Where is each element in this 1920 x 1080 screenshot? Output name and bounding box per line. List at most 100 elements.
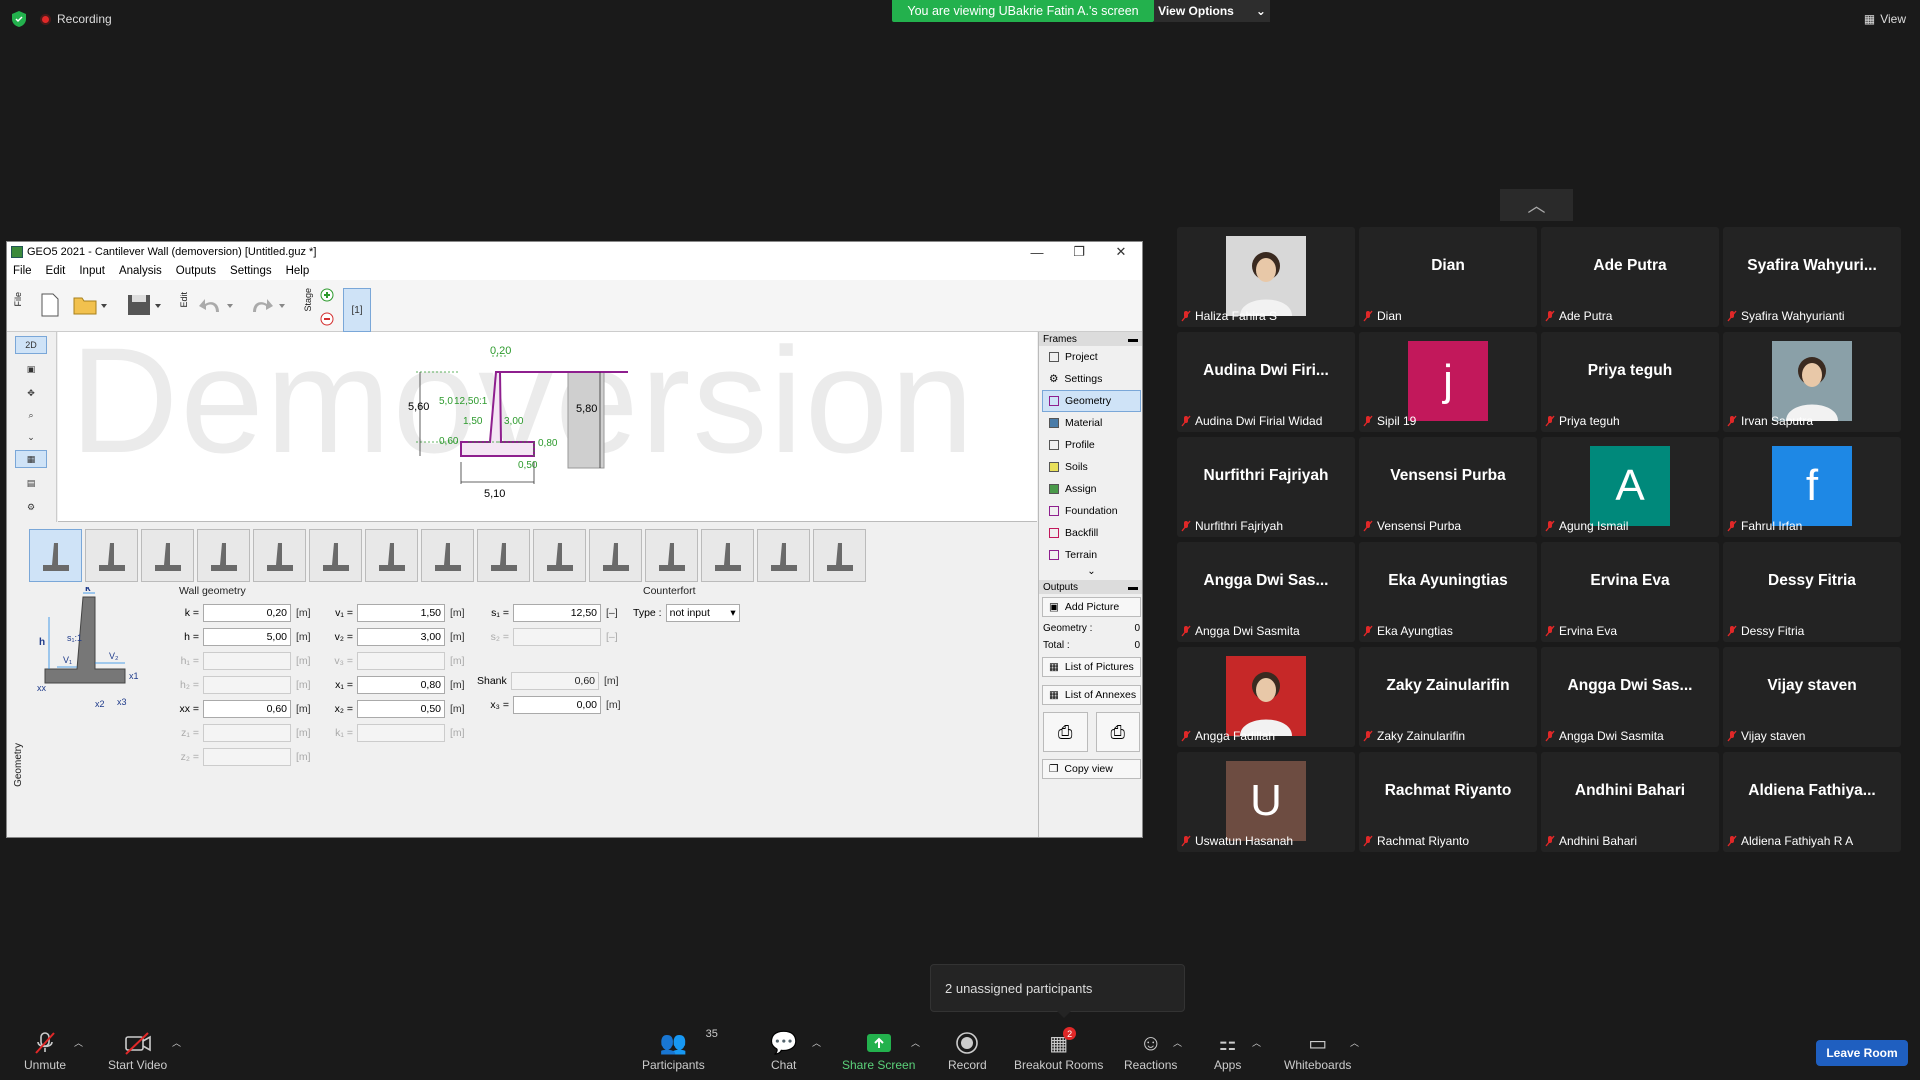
- open-folder-icon[interactable]: [71, 290, 111, 320]
- frame-terrain[interactable]: Terrain: [1039, 544, 1142, 566]
- share-caret-icon[interactable]: ︿: [911, 1036, 920, 1049]
- view-3d-icon[interactable]: ▣: [15, 360, 47, 378]
- participant-tile[interactable]: j Sipil 19: [1359, 332, 1537, 432]
- participant-tile[interactable]: Rachmat Riyanto Rachmat Riyanto: [1359, 752, 1537, 852]
- chat-button[interactable]: 💬 Chat: [770, 1030, 797, 1072]
- field-input[interactable]: 1,50: [357, 604, 445, 622]
- participant-tile[interactable]: Dessy Fitria Dessy Fitria: [1723, 542, 1901, 642]
- frame-foundation[interactable]: Foundation: [1039, 500, 1142, 522]
- view-2d-button[interactable]: 2D: [15, 336, 47, 354]
- table-view-icon[interactable]: ▦: [15, 450, 47, 468]
- participant-tile[interactable]: Vijay staven Vijay staven: [1723, 647, 1901, 747]
- wall-shape-option[interactable]: [757, 529, 810, 582]
- edit-tab[interactable]: Edit: [179, 292, 189, 308]
- whiteboards-button[interactable]: ▭ Whiteboards: [1284, 1030, 1351, 1073]
- participant-tile[interactable]: Aldiena Fathiya... Aldiena Fathiyah R A: [1723, 752, 1901, 852]
- wall-shape-option[interactable]: [589, 529, 642, 582]
- breakout-rooms-button[interactable]: ▦ 2 Breakout Rooms: [1014, 1027, 1103, 1072]
- share-screen-button[interactable]: Share Screen: [842, 1030, 915, 1072]
- menu-help[interactable]: Help: [286, 265, 310, 277]
- wall-shape-option[interactable]: [141, 529, 194, 582]
- participant-tile[interactable]: Andhini Bahari Andhini Bahari: [1541, 752, 1719, 852]
- wall-shape-option[interactable]: [85, 529, 138, 582]
- menu-file[interactable]: File: [13, 265, 32, 277]
- stage-tab[interactable]: Stage: [303, 288, 313, 312]
- view-options-button[interactable]: View Options ⌄: [1154, 0, 1270, 22]
- wall-shape-option[interactable]: [533, 529, 586, 582]
- counterfort-type-select[interactable]: not input ▾: [665, 604, 740, 622]
- participant-tile[interactable]: Vensensi Purba Vensensi Purba: [1359, 437, 1537, 537]
- settings-gear-icon[interactable]: ⚙: [15, 498, 47, 516]
- wall-shape-option[interactable]: [813, 529, 866, 582]
- participant-tile[interactable]: f Fahrul Irfan: [1723, 437, 1901, 537]
- copy-view-button[interactable]: ❐ Copy view: [1042, 759, 1141, 779]
- list-of-annexes-button[interactable]: ▦ List of Annexes: [1042, 685, 1141, 705]
- apps-caret-icon[interactable]: ︿: [1252, 1036, 1261, 1049]
- close-icon[interactable]: ✕: [1100, 242, 1142, 262]
- wall-shape-option[interactable]: [253, 529, 306, 582]
- restore-icon[interactable]: ❐: [1058, 242, 1100, 262]
- video-caret-icon[interactable]: ︿: [172, 1036, 181, 1049]
- wall-shape-option[interactable]: [701, 529, 754, 582]
- frames-scroll-down-icon[interactable]: ⌄: [1039, 566, 1142, 580]
- reactions-button[interactable]: ☺ Reactions: [1124, 1030, 1177, 1072]
- participant-tile[interactable]: Audina Dwi Firi... Audina Dwi Firial Wida…: [1177, 332, 1355, 432]
- add-stage-icon[interactable]: [320, 288, 334, 302]
- minimize-icon[interactable]: —: [1016, 242, 1058, 262]
- print-icon[interactable]: ⎙: [1043, 712, 1088, 752]
- recording-indicator[interactable]: Recording: [40, 12, 112, 26]
- record-button[interactable]: Record: [948, 1030, 987, 1072]
- expand-chevron-icon[interactable]: ⌄: [15, 428, 47, 446]
- menu-edit[interactable]: Edit: [46, 265, 66, 277]
- zoom-icon[interactable]: ⌕: [15, 406, 47, 424]
- participant-tile[interactable]: Dian Dian: [1359, 227, 1537, 327]
- move-icon[interactable]: ✥: [15, 384, 47, 402]
- field-input[interactable]: 0,20: [203, 604, 291, 622]
- frame-settings[interactable]: ⚙ Settings: [1039, 368, 1142, 390]
- wall-shape-option[interactable]: [365, 529, 418, 582]
- whiteboards-caret-icon[interactable]: ︿: [1350, 1036, 1359, 1049]
- save-icon[interactable]: [125, 290, 165, 320]
- view-button[interactable]: ▦ View: [1864, 12, 1906, 26]
- participant-tile[interactable]: Haliza Fahira S: [1177, 227, 1355, 327]
- layers-icon[interactable]: ▤: [15, 474, 47, 492]
- print-export-icon[interactable]: ⎙: [1095, 712, 1140, 752]
- drawing-canvas[interactable]: Demoversion 0,20 5,60 5,0 12,50:1 1,50 3…: [58, 332, 1037, 522]
- leave-room-button[interactable]: Leave Room: [1816, 1040, 1908, 1066]
- collapse-icon[interactable]: ▬: [1128, 334, 1138, 345]
- apps-button[interactable]: ⚏ Apps: [1214, 1030, 1241, 1073]
- frame-material[interactable]: Material: [1039, 412, 1142, 434]
- participant-tile[interactable]: Nurfithri Fajriyah Nurfithri Fajriyah: [1177, 437, 1355, 537]
- unmute-button[interactable]: Unmute: [24, 1030, 66, 1072]
- participant-tile[interactable]: Ade Putra Ade Putra: [1541, 227, 1719, 327]
- field-input[interactable]: 0,80: [357, 676, 445, 694]
- frame-project[interactable]: Project: [1039, 346, 1142, 368]
- chat-caret-icon[interactable]: ︿: [812, 1036, 821, 1049]
- frame-geometry[interactable]: Geometry: [1042, 390, 1141, 412]
- field-input[interactable]: 0,60: [203, 700, 291, 718]
- wall-shape-option[interactable]: [477, 529, 530, 582]
- start-video-button[interactable]: Start Video: [108, 1030, 167, 1072]
- participant-tile[interactable]: Syafira Wahyuri... Syafira Wahyurianti: [1723, 227, 1901, 327]
- collapse-outputs-icon[interactable]: ▬: [1128, 582, 1138, 593]
- redo-icon[interactable]: [249, 290, 289, 320]
- participant-tile[interactable]: Angga Dwi Sas... Angga Dwi Sasmita: [1177, 542, 1355, 642]
- undo-icon[interactable]: [197, 290, 237, 320]
- frame-assign[interactable]: Assign: [1039, 478, 1142, 500]
- menu-outputs[interactable]: Outputs: [176, 265, 216, 277]
- wall-shape-option[interactable]: [421, 529, 474, 582]
- audio-caret-icon[interactable]: ︿: [74, 1036, 83, 1049]
- participant-tile[interactable]: U Uswatun Hasanah: [1177, 752, 1355, 852]
- field-input[interactable]: 12,50: [513, 604, 601, 622]
- file-tab[interactable]: File: [13, 292, 23, 307]
- wall-shape-option[interactable]: [645, 529, 698, 582]
- participant-tile[interactable]: Ervina Eva Ervina Eva: [1541, 542, 1719, 642]
- wall-shape-option[interactable]: [309, 529, 362, 582]
- frame-profile[interactable]: Profile: [1039, 434, 1142, 456]
- participant-tile[interactable]: Angga Dwi Sas... Angga Dwi Sasmita: [1541, 647, 1719, 747]
- remove-stage-icon[interactable]: [320, 312, 334, 326]
- participant-tile[interactable]: Eka Ayuningtias Eka Ayungtias: [1359, 542, 1537, 642]
- reactions-caret-icon[interactable]: ︿: [1173, 1036, 1182, 1049]
- field-input[interactable]: 5,00: [203, 628, 291, 646]
- participant-tile[interactable]: Priya teguh Priya teguh: [1541, 332, 1719, 432]
